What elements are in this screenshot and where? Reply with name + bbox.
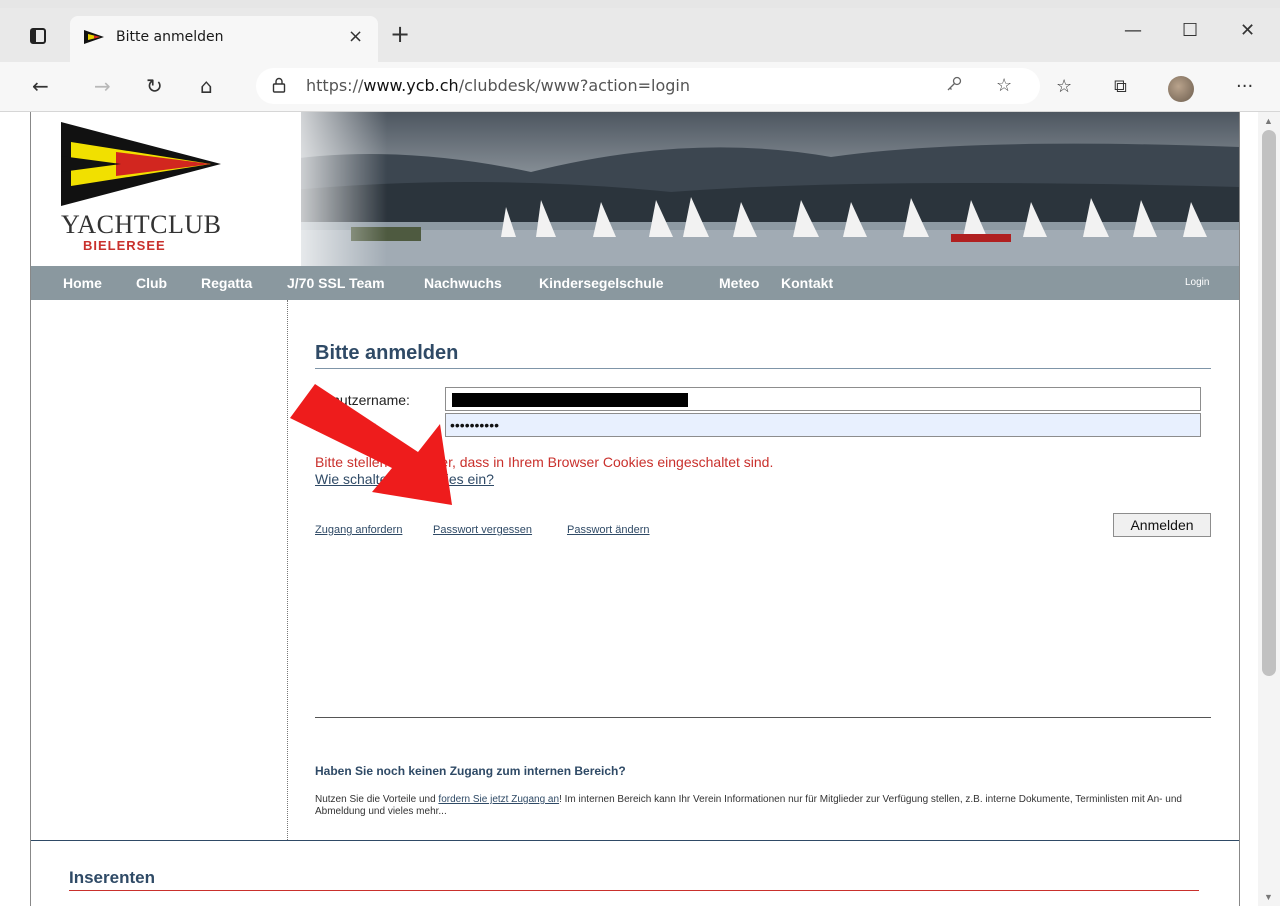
main-navigation: Home Club Regatta J/70 SSL Team Nachwuch…	[31, 266, 1239, 300]
site-banner: YACHTCLUB BIELERSEE	[31, 112, 1239, 266]
cookie-help-link[interactable]: Wie schalte ich Cookies ein?	[315, 471, 494, 487]
inserenten-heading: Inserenten	[69, 868, 155, 887]
url-host: www.ycb.ch	[363, 76, 459, 95]
url-scheme: https://	[306, 76, 364, 95]
logo-subtitle: BIELERSEE	[83, 238, 166, 253]
nav-item-j70-ssl-team[interactable]: J/70 SSL Team	[287, 275, 385, 291]
favorites-icon[interactable]: ☆	[1056, 76, 1072, 97]
address-bar: ← → ↻ ⌂ https://www.ycb.ch/clubdesk/www?…	[0, 62, 1280, 112]
tab-title: Bitte anmelden	[116, 29, 224, 45]
info-title: Haben Sie noch keinen Zugang zum interne…	[315, 764, 626, 778]
tab-actions-icon[interactable]	[30, 28, 46, 44]
login-title: Bitte anmelden	[315, 342, 459, 364]
nav-item-kontakt[interactable]: Kontakt	[781, 275, 833, 291]
password-field[interactable]: ••••••••••	[445, 413, 1201, 437]
club-logo[interactable]: YACHTCLUB BIELERSEE	[31, 112, 301, 266]
url-field[interactable]: https://www.ycb.ch/clubdesk/www?action=l…	[256, 68, 1040, 104]
nav-item-kindersegelschule[interactable]: Kindersegelschule	[539, 275, 664, 291]
tab-strip-top	[0, 0, 1280, 8]
tab-close-icon[interactable]: ×	[348, 26, 363, 47]
scroll-down-icon[interactable]: ▼	[1264, 892, 1273, 902]
nav-item-meteo[interactable]: Meteo	[719, 275, 759, 291]
home-button[interactable]: ⌂	[200, 74, 213, 98]
logo-title: YACHTCLUB	[61, 210, 222, 239]
forward-button[interactable]: →	[94, 74, 111, 98]
nav-item-nachwuchs[interactable]: Nachwuchs	[424, 275, 502, 291]
add-favorite-icon[interactable]: ☆	[996, 75, 1012, 96]
refresh-button[interactable]: ↻	[146, 74, 163, 98]
username-field[interactable]	[445, 387, 1201, 411]
lake-banner-image	[271, 112, 1239, 266]
password-label: Passwort:	[315, 418, 377, 434]
cookie-warning: Bitte stellen Sie sicher, dass in Ihrem …	[315, 454, 774, 470]
nav-item-club[interactable]: Club	[136, 275, 167, 291]
sidebar-divider	[287, 300, 288, 840]
nav-item-regatta[interactable]: Regatta	[201, 275, 252, 291]
page-scrollbar[interactable]: ▲ ▼	[1258, 112, 1280, 906]
yacht-favicon-icon	[84, 30, 104, 44]
nav-login-link[interactable]: Login	[1185, 277, 1209, 288]
redacted-username	[452, 393, 688, 407]
url-text[interactable]: https://www.ycb.ch/clubdesk/www?action=l…	[306, 76, 690, 95]
forgot-password-link[interactable]: Passwort vergessen	[433, 524, 532, 536]
browser-tab-active[interactable]: Bitte anmelden ×	[70, 16, 378, 62]
url-path: /clubdesk/www?action=login	[458, 76, 690, 95]
more-icon[interactable]: ···	[1236, 76, 1253, 97]
page-viewport: YACHTCLUB BIELERSEE Home Club Regatta J/…	[0, 112, 1280, 906]
lock-icon[interactable]	[272, 77, 286, 96]
login-submit-button[interactable]: Anmelden	[1113, 513, 1211, 537]
profile-avatar[interactable]	[1168, 76, 1194, 102]
inserenten-underline	[69, 890, 1199, 891]
username-label: Benutzername:	[315, 392, 410, 408]
info-text-start: Nutzen Sie die Vorteile und	[315, 794, 439, 805]
back-button[interactable]: ←	[32, 74, 49, 98]
maximize-button[interactable]: ☐	[1182, 20, 1198, 41]
collections-icon[interactable]: ⧉	[1114, 76, 1127, 97]
info-text: Nutzen Sie die Vorteile und fordern Sie …	[315, 794, 1215, 818]
new-tab-button[interactable]: +	[390, 20, 410, 48]
footer-top-border	[31, 840, 1239, 841]
close-window-button[interactable]: ✕	[1240, 20, 1255, 41]
scroll-thumb[interactable]	[1262, 130, 1276, 676]
scroll-up-icon[interactable]: ▲	[1264, 116, 1273, 126]
title-underline	[315, 368, 1211, 369]
password-value: ••••••••••	[450, 417, 500, 433]
nav-item-home[interactable]: Home	[63, 275, 102, 291]
browser-tab-bar: Bitte anmelden × + — ☐ ✕	[0, 0, 1280, 62]
section-separator	[315, 717, 1211, 718]
minimize-button[interactable]: —	[1124, 20, 1142, 41]
club-flag-logo-icon	[61, 122, 221, 206]
change-password-link[interactable]: Passwort ändern	[567, 524, 650, 536]
key-icon[interactable]	[946, 76, 962, 96]
request-access-link[interactable]: Zugang anfordern	[315, 524, 402, 536]
site-page: YACHTCLUB BIELERSEE Home Club Regatta J/…	[30, 112, 1240, 906]
request-access-inline-link[interactable]: fordern Sie jetzt Zugang an	[438, 794, 559, 805]
